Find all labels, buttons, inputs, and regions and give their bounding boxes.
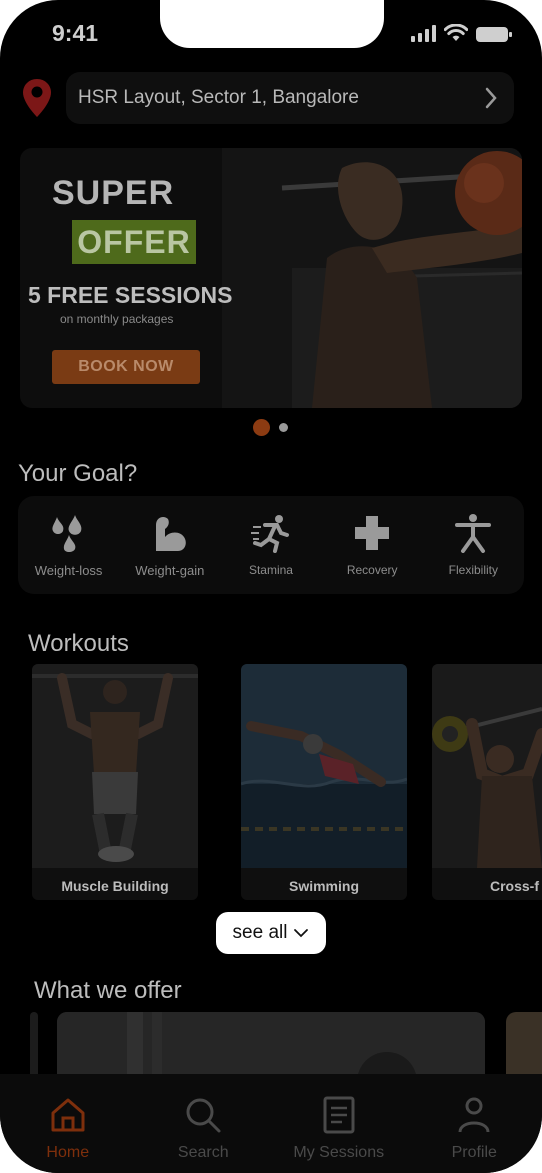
location-address: HSR Layout, Sector 1, Bangalore [78,87,359,108]
signal-icon [411,24,436,42]
home-icon [51,1098,85,1132]
location-selector[interactable]: HSR Layout, Sector 1, Bangalore [66,72,514,124]
tab-label: My Sessions [293,1144,385,1161]
tab-label: Search [177,1144,229,1161]
wifi-icon [444,24,468,41]
bottom-tab-bar: Home Search My Sessions Profile [0,1074,542,1173]
goal-label: Flexibility [448,563,499,577]
user-icon [458,1097,490,1133]
drops-icon [52,514,81,552]
muscle-building-photo [32,664,198,868]
location-pin-icon[interactable] [22,78,52,118]
banner-super-text: SUPER [52,174,175,212]
swimming-photo [241,664,407,868]
status-time: 9:41 [52,20,99,46]
battery-icon [476,27,512,42]
workout-label: Cross-f [490,878,540,894]
goal-stamina[interactable]: Stamina [223,513,319,577]
tab-label: Profile [451,1144,497,1161]
location-row: HSR Layout, Sector 1, Bangalore [22,72,516,124]
banner-offer-text: OFFER [77,223,191,260]
offer-banner[interactable]: SUPER OFFER 5 FREE SESSIONS on monthly p… [20,148,522,408]
see-all-label: see all [232,922,288,943]
goal-section-title: Your Goal? [18,460,138,487]
tab-home[interactable]: Home [13,1096,123,1162]
see-all-button[interactable]: see all [216,912,326,954]
app-screen: 9:41 HSR Layout, Sector 1, Bangalore SUP… [0,0,542,1173]
goal-label: Weight-loss [34,562,103,578]
goal-label: Recovery [346,563,398,577]
workout-label: Swimming [288,878,359,894]
workout-card-muscle-building[interactable]: Muscle Building [32,664,198,900]
flexed-arm-icon [155,516,186,551]
search-icon [186,1098,221,1133]
chevron-down-icon [294,929,309,938]
workout-card-swimming[interactable]: Swimming [241,664,407,900]
goal-label: Weight-gain [135,562,205,578]
banner-offer-box: OFFER [72,220,196,264]
workouts-section-title: Workouts [28,630,129,657]
tab-my-sessions[interactable]: My Sessions [284,1096,394,1162]
goal-recovery[interactable]: Recovery [324,513,420,577]
tab-search[interactable]: Search [148,1096,258,1162]
goal-flexibility[interactable]: Flexibility [425,513,521,577]
crossfit-photo [432,664,542,868]
banner-subline: on monthly packages [60,312,174,326]
goal-selector: Weight-loss Weight-gain Stamina Recovery… [18,496,524,594]
workout-card-crossfit[interactable]: Cross-f [432,664,542,900]
carousel-dot-active[interactable] [253,419,270,436]
document-icon [323,1096,355,1134]
tab-profile[interactable]: Profile [419,1096,529,1162]
boxer-photo [222,148,522,408]
runner-icon [250,515,289,553]
book-now-button[interactable]: BOOK NOW [52,350,200,384]
goal-weight-loss[interactable]: Weight-loss [21,513,117,578]
workout-label: Muscle Building [61,878,169,894]
carousel-dot[interactable] [279,423,288,432]
status-bar: 9:41 [0,20,542,48]
goal-label: Stamina [248,563,293,577]
chevron-right-icon [485,87,497,109]
goal-weight-gain[interactable]: Weight-gain [122,513,218,578]
carousel-pagination [253,419,288,436]
banner-headline: 5 FREE SESSIONS [28,282,233,308]
stretch-figure-icon [455,514,492,553]
tab-label: Home [46,1144,90,1161]
status-icons [411,24,512,42]
offer-section-title: What we offer [34,977,182,1004]
plus-cross-icon [355,516,390,550]
